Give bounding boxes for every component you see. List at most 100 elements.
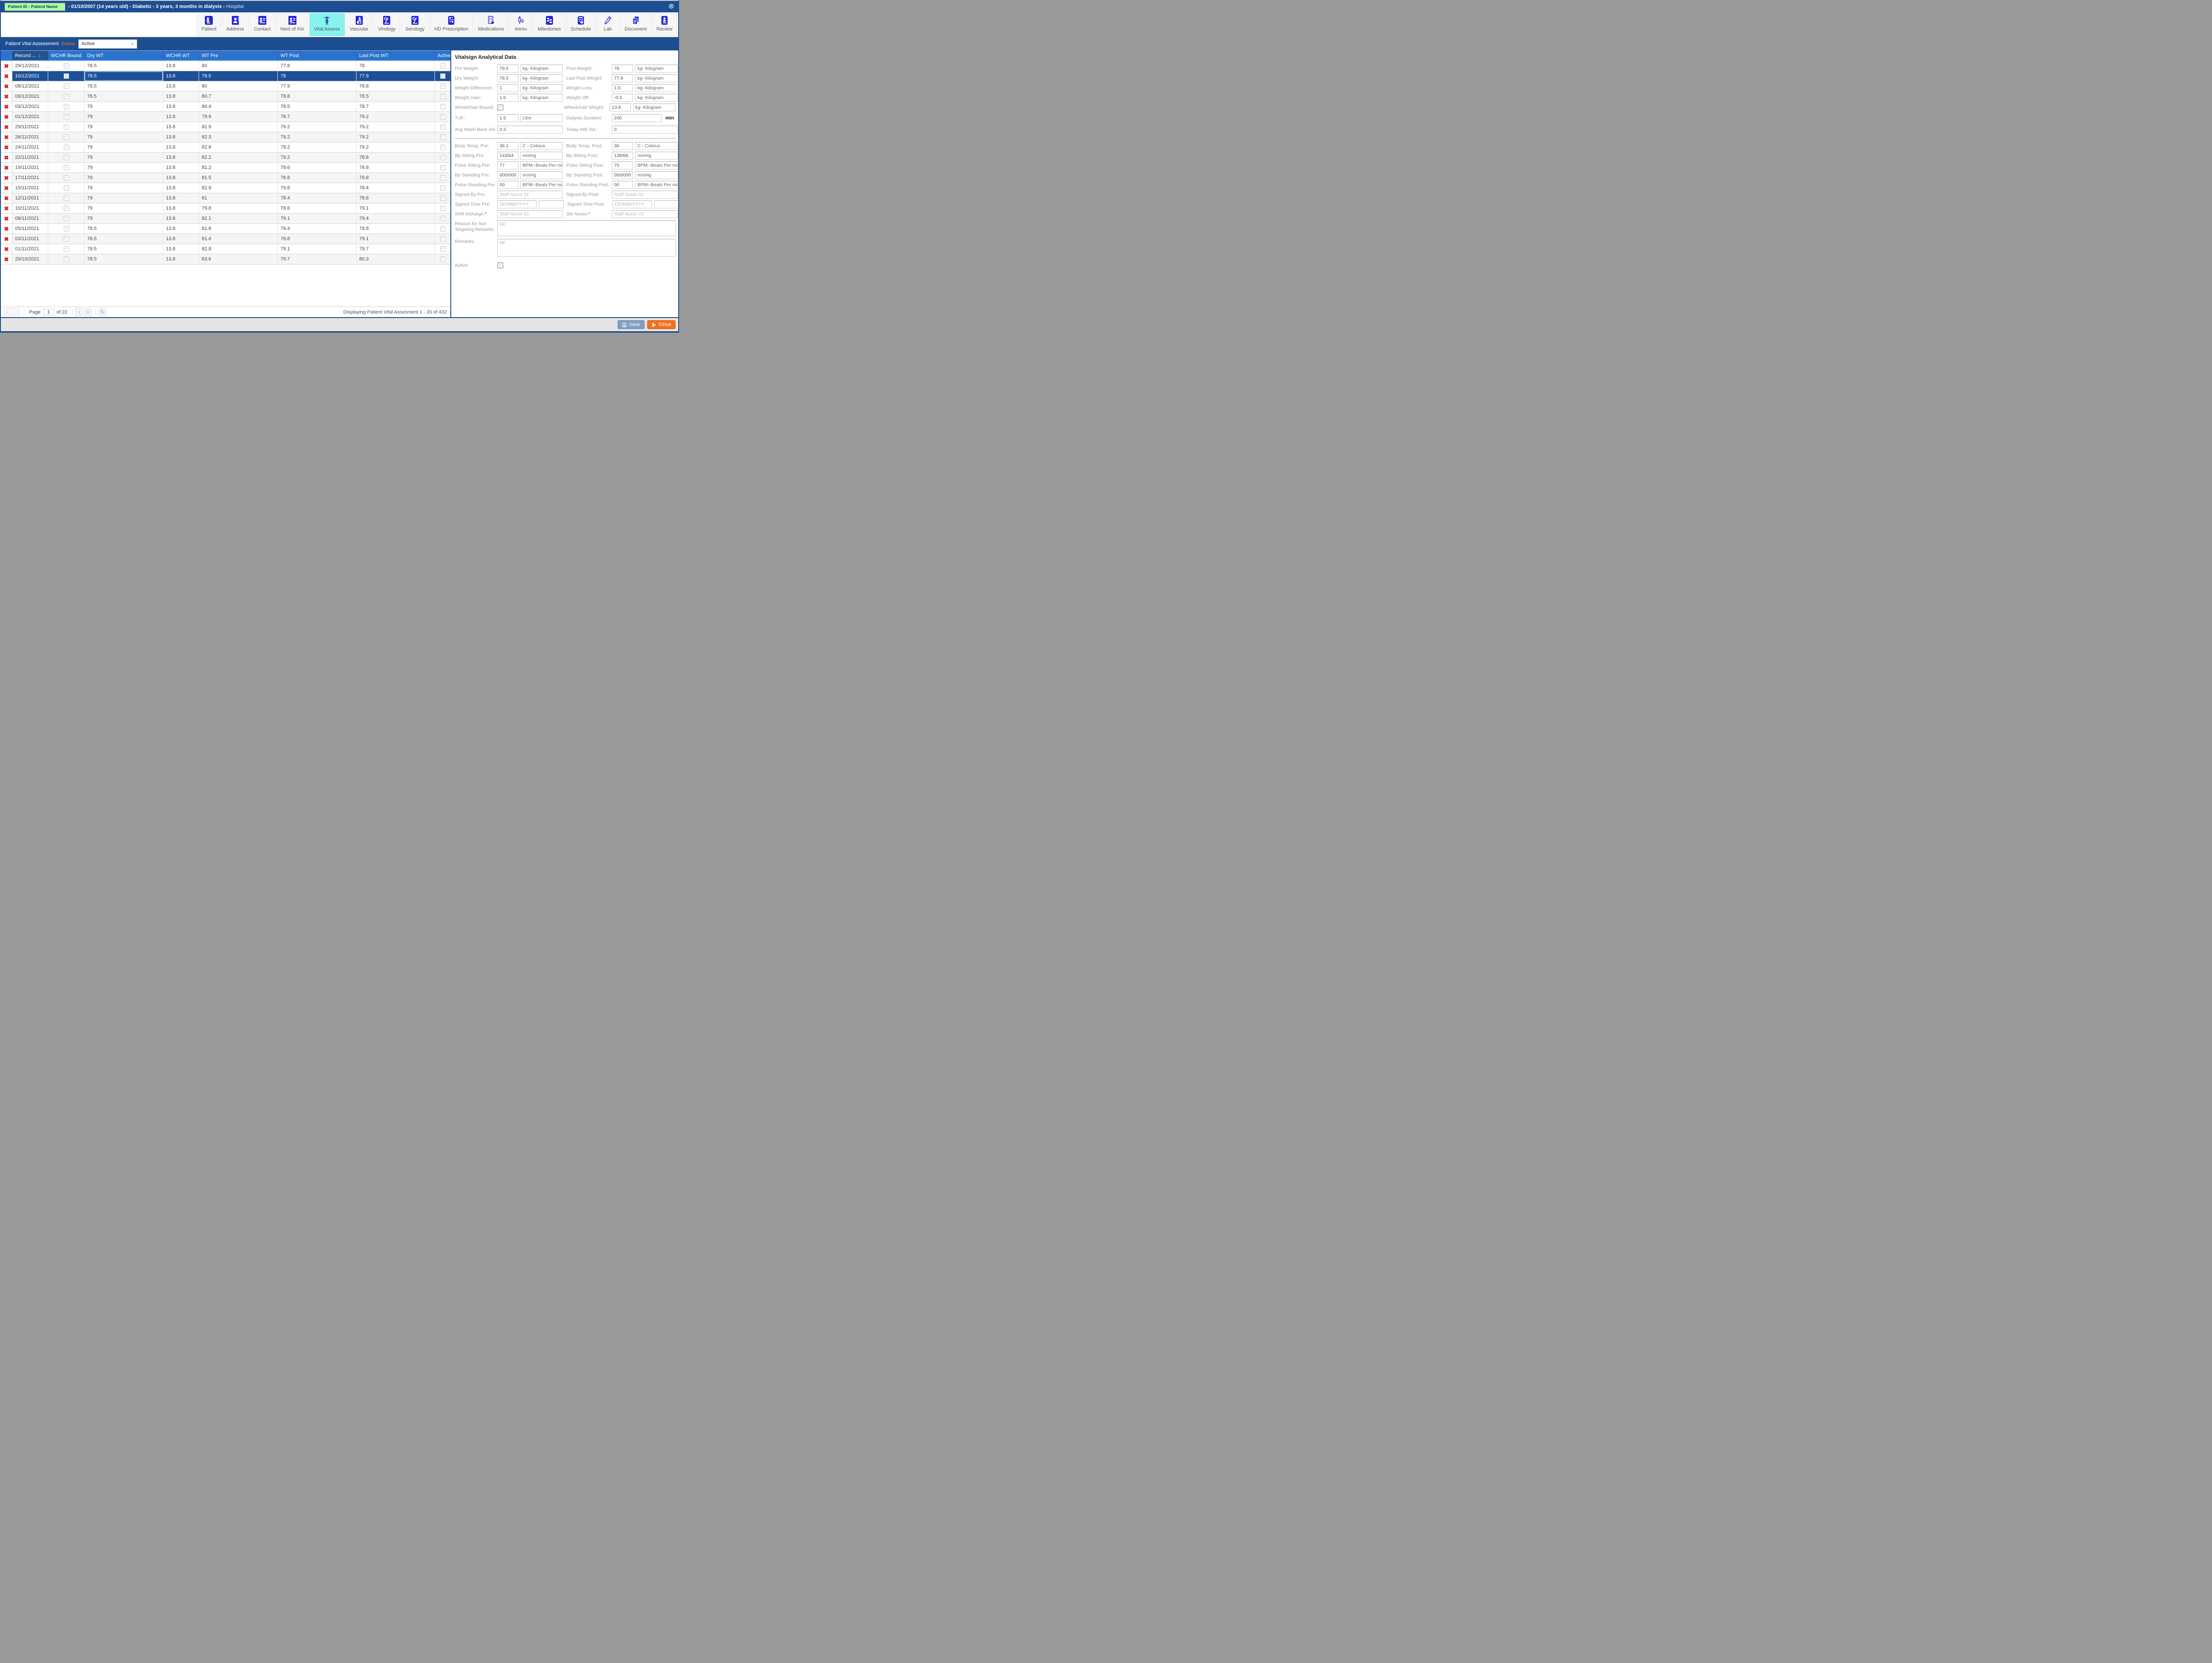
status-dropdown[interactable]: Active ∨ (78, 39, 137, 49)
wchr-bound-cell[interactable]: ✓ (48, 224, 84, 234)
wchr-bound-checkbox[interactable]: ✓ (64, 73, 69, 79)
tab-contact[interactable]: Contact (250, 13, 275, 36)
active-cell[interactable]: ✓ (435, 224, 450, 234)
record-date-cell[interactable]: 12/11/2021 (12, 193, 48, 203)
wt-post-cell[interactable]: 78.8 (278, 173, 357, 183)
table-row[interactable]: ✖ 10/12/2021 ✓ 78.5 13.8 79.5 78 77.9 ✓ (1, 71, 450, 81)
bp-sitting-post-input[interactable] (612, 152, 633, 160)
wchr-wt-cell[interactable]: 13.8 (163, 81, 199, 91)
table-row[interactable]: ✖ 19/11/2021 ✓ 79 13.8 81.2 78.6 78.8 ✓ (1, 163, 450, 173)
tab-immu[interactable]: Immu (509, 13, 532, 36)
wchr-bound-checkbox[interactable]: ✓ (64, 257, 69, 262)
delete-row-button[interactable]: ✖ (1, 183, 12, 193)
record-date-cell[interactable]: 05/11/2021 (12, 224, 48, 234)
active-cell[interactable]: ✓ (435, 244, 450, 254)
wheelchair-weight-input[interactable] (610, 103, 631, 111)
last-post-wt-cell[interactable]: 79.2 (357, 132, 435, 142)
last-post-wt-cell[interactable]: 79.2 (357, 122, 435, 132)
active-checkbox[interactable]: ✓ (440, 114, 445, 119)
wt-pre-cell[interactable]: 80.7 (199, 92, 278, 101)
record-date-cell[interactable]: 08/12/2021 (12, 81, 48, 91)
wchr-bound-cell[interactable]: ✓ (48, 81, 84, 91)
record-date-cell[interactable]: 19/11/2021 (12, 163, 48, 172)
dry-wt-cell[interactable]: 79 (84, 112, 163, 122)
last-page-button[interactable]: » (84, 308, 92, 316)
wchr-bound-cell[interactable]: ✓ (48, 92, 84, 101)
wchr-wt-cell[interactable]: 13.8 (163, 254, 199, 264)
first-page-button[interactable]: « (4, 308, 11, 316)
active-cell[interactable]: ✓ (435, 81, 450, 91)
table-row[interactable]: ✖ 29/11/2021 ✓ 79 13.8 82.9 79.2 79.2 ✓ (1, 122, 450, 132)
delete-row-button[interactable]: ✖ (1, 203, 12, 213)
active-cell[interactable]: ✓ (435, 122, 450, 132)
active-checkbox[interactable]: ✓ (440, 84, 445, 89)
weight-gain-input[interactable] (497, 94, 518, 102)
wchr-wt-cell[interactable]: 13.8 (163, 183, 199, 193)
last-post-wt-cell[interactable]: 78.5 (357, 92, 435, 101)
wchr-bound-checkbox[interactable]: ✓ (64, 216, 69, 221)
body-temp-pre-input[interactable] (497, 142, 518, 150)
wchr-wt-cell[interactable]: 13.8 (163, 193, 199, 203)
signed-time-post-date-input[interactable] (613, 200, 652, 208)
table-row[interactable]: ✖ 15/11/2021 ✓ 79 13.8 82.9 79.8 78.4 ✓ (1, 183, 450, 193)
active-checkbox[interactable]: ✓ (440, 216, 445, 221)
table-row[interactable]: ✖ 17/11/2021 ✓ 79 13.8 81.5 78.8 79.8 ✓ (1, 173, 450, 183)
weight-difference-input[interactable] (497, 84, 518, 92)
table-row[interactable]: ✖ 12/11/2021 ✓ 79 13.8 81 78.4 78.6 ✓ (1, 193, 450, 203)
last-post-wt-cell[interactable]: 77.9 (357, 71, 435, 81)
table-row[interactable]: ✖ 22/11/2021 ✓ 79 13.8 82.2 79.2 78.6 ✓ (1, 153, 450, 163)
wt-pre-cell[interactable]: 81.5 (199, 173, 278, 183)
wt-pre-cell[interactable]: 80 (199, 81, 278, 91)
dry-wt-cell[interactable]: 78.5 (84, 92, 163, 101)
wt-pre-cell[interactable]: 82.8 (199, 244, 278, 254)
wchr-wt-cell[interactable]: 13.8 (163, 163, 199, 172)
wchr-bound-checkbox[interactable]: ✓ (64, 246, 69, 252)
wchr-bound-cell[interactable]: ✓ (48, 214, 84, 223)
wchr-wt-cell[interactable]: 13.8 (163, 153, 199, 162)
dry-wt-cell[interactable]: 78.5 (84, 61, 163, 71)
next-page-button[interactable]: › (75, 308, 83, 316)
column-header-wt-post[interactable]: WT Post (278, 51, 357, 60)
active-cell[interactable]: ✓ (435, 92, 450, 101)
dry-wt-cell[interactable]: 78.5 (84, 244, 163, 254)
wt-post-cell[interactable]: 78 (278, 71, 357, 81)
wchr-bound-checkbox[interactable]: ✓ (64, 94, 69, 99)
pulse-standing-pre-input[interactable] (497, 181, 518, 189)
wchr-bound-cell[interactable]: ✓ (48, 183, 84, 193)
record-date-cell[interactable]: 03/12/2021 (12, 102, 48, 111)
active-checkbox[interactable]: ✓ (440, 155, 445, 160)
dry-wt-cell[interactable]: 79 (84, 183, 163, 193)
wchr-bound-checkbox[interactable]: ✓ (64, 104, 69, 109)
last-post-wt-cell[interactable]: 79.2 (357, 142, 435, 152)
wchr-bound-checkbox[interactable]: ✓ (64, 145, 69, 150)
delete-row-button[interactable]: ✖ (1, 92, 12, 101)
active-checkbox[interactable]: ✓ (440, 134, 445, 140)
tab-schedule[interactable]: Schedule (566, 13, 595, 36)
wchr-bound-cell[interactable]: ✓ (48, 163, 84, 172)
active-checkbox[interactable]: ✓ (440, 236, 445, 241)
pre-weight-input[interactable] (497, 65, 518, 73)
wchr-bound-checkbox[interactable]: ✓ (64, 226, 69, 231)
wchr-bound-checkbox[interactable]: ✓ (64, 185, 69, 191)
close-button[interactable]: Close (647, 320, 676, 329)
last-post-wt-cell[interactable]: 78.7 (357, 102, 435, 111)
delete-row-button[interactable]: ✖ (1, 244, 12, 254)
dry-wt-cell[interactable]: 78.5 (84, 81, 163, 91)
pulse-sitting-post-input[interactable] (612, 161, 633, 169)
wt-pre-cell[interactable]: 82.8 (199, 142, 278, 152)
delete-row-button[interactable]: ✖ (1, 173, 12, 183)
active-cell[interactable]: ✓ (435, 132, 450, 142)
wchr-wt-cell[interactable]: 13.8 (163, 244, 199, 254)
table-row[interactable]: ✖ 29/12/2021 ✓ 78.5 13.8 80 77.8 78 ✓ (1, 61, 450, 71)
last-post-wt-cell[interactable]: 79.8 (357, 173, 435, 183)
dry-wt-cell[interactable]: 79 (84, 203, 163, 213)
signed-time-post-time-input[interactable] (654, 200, 678, 208)
column-header-dry-wt[interactable]: Dry WT (84, 51, 163, 60)
wt-pre-cell[interactable]: 80.4 (199, 102, 278, 111)
wchr-wt-cell[interactable]: 13.8 (163, 203, 199, 213)
active-cell[interactable]: ✓ (435, 112, 450, 122)
active-cell[interactable]: ✓ (435, 203, 450, 213)
active-checkbox[interactable]: ✓ (440, 206, 445, 211)
table-row[interactable]: ✖ 08/12/2021 ✓ 78.5 13.8 80 77.9 78.8 ✓ (1, 81, 450, 92)
wt-pre-cell[interactable]: 83.6 (199, 254, 278, 264)
